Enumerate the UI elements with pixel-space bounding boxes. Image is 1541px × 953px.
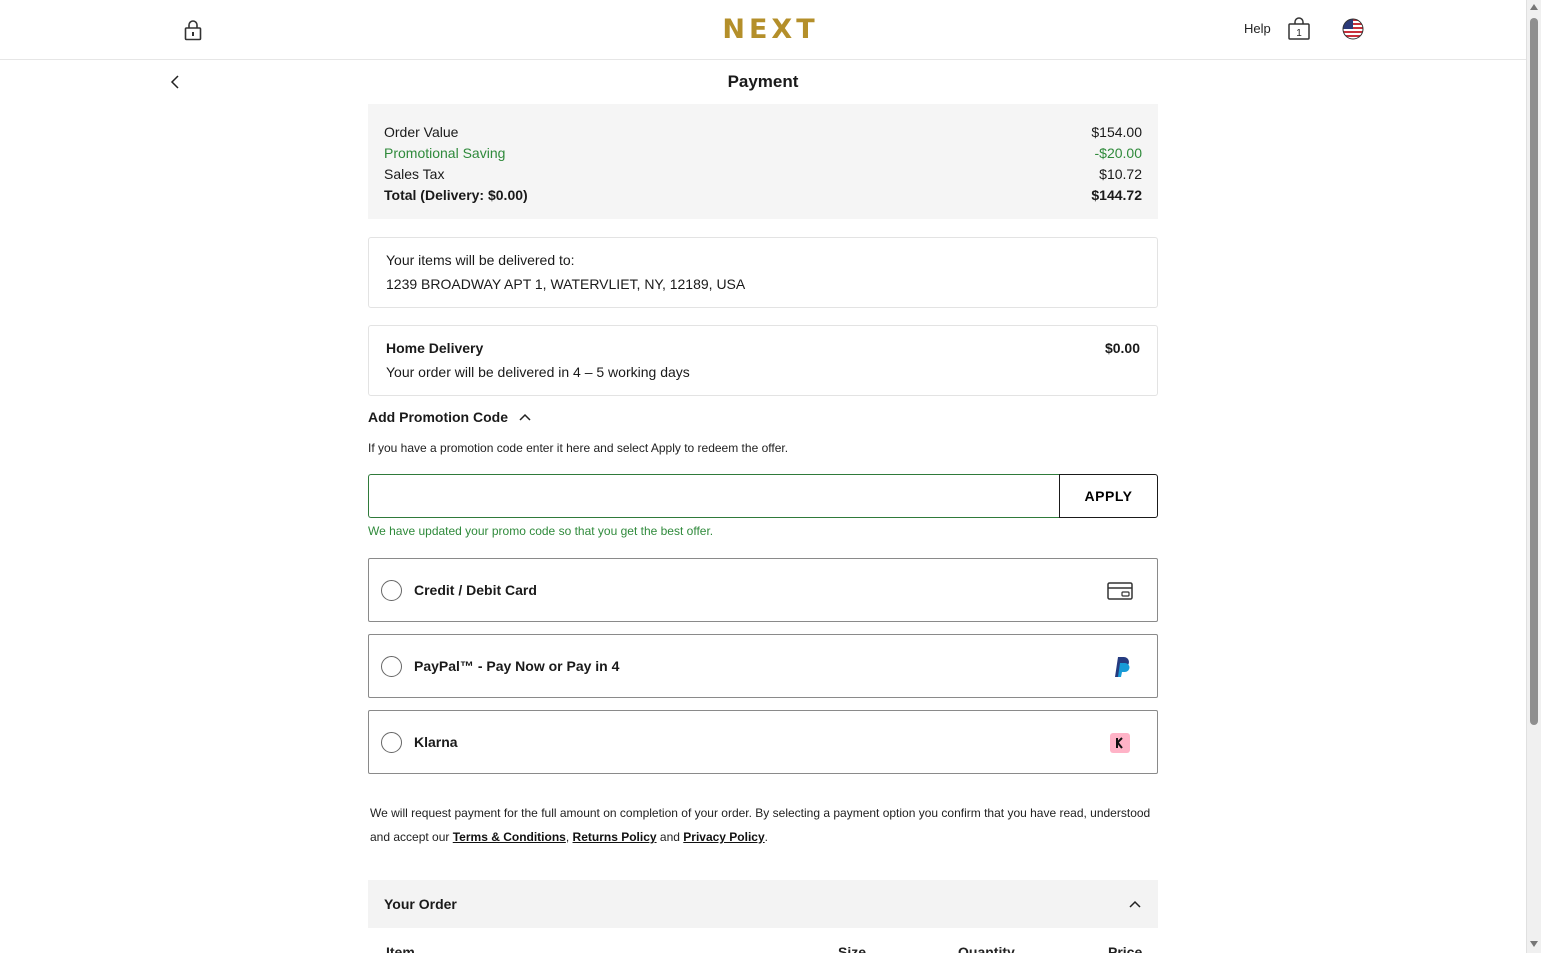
privacy-policy-link[interactable]: Privacy Policy bbox=[683, 830, 764, 844]
chevron-up-icon bbox=[1129, 900, 1141, 908]
summary-value: $10.72 bbox=[1099, 166, 1142, 182]
delivery-address-heading: Your items will be delivered to: bbox=[386, 252, 575, 268]
terms-link[interactable]: Terms & Conditions bbox=[453, 830, 566, 844]
summary-label: Promotional Saving bbox=[384, 145, 506, 161]
payment-option-card[interactable]: Credit / Debit Card bbox=[368, 558, 1158, 622]
legal-text: We will request payment for the full amo… bbox=[370, 801, 1160, 849]
legal-end: . bbox=[764, 830, 768, 844]
order-summary: Order Value $154.00 Promotional Saving -… bbox=[368, 104, 1158, 219]
delivery-method-name: Home Delivery bbox=[386, 340, 484, 356]
scroll-up-arrow-icon[interactable] bbox=[1530, 4, 1538, 10]
delivery-address: 1239 BROADWAY APT 1, WATERVLIET, NY, 121… bbox=[386, 276, 746, 292]
bag-count: 1 bbox=[1296, 28, 1302, 39]
apply-button[interactable]: APPLY bbox=[1059, 474, 1158, 518]
chevron-up-icon bbox=[519, 413, 531, 421]
delivery-address-box: Your items will be delivered to: 1239 BR… bbox=[368, 237, 1158, 308]
summary-row-promotional-saving: Promotional Saving -$20.00 bbox=[384, 143, 1142, 164]
your-order-toggle[interactable]: Your Order bbox=[368, 880, 1158, 928]
promo-help-text: If you have a promotion code enter it he… bbox=[368, 441, 789, 455]
summary-value: $154.00 bbox=[1091, 124, 1142, 140]
summary-row-order-value: Order Value $154.00 bbox=[384, 122, 1142, 143]
shopping-bag-icon[interactable]: 1 bbox=[1287, 17, 1311, 41]
column-header-price: Price bbox=[1108, 944, 1143, 953]
scroll-down-arrow-icon[interactable] bbox=[1530, 941, 1538, 947]
summary-value: $144.72 bbox=[1091, 187, 1142, 203]
help-link[interactable]: Help bbox=[1244, 21, 1271, 36]
us-flag-icon[interactable] bbox=[1342, 18, 1364, 40]
summary-row-total: Total (Delivery: $0.00) $144.72 bbox=[384, 185, 1142, 206]
summary-value: -$20.00 bbox=[1094, 145, 1142, 161]
delivery-method-note: Your order will be delivered in 4 – 5 wo… bbox=[386, 364, 690, 380]
payment-option-label: Credit / Debit Card bbox=[414, 582, 537, 598]
payment-option-label: PayPal™ - Pay Now or Pay in 4 bbox=[414, 658, 620, 674]
summary-label: Total (Delivery: $0.00) bbox=[384, 187, 528, 203]
legal-separator: , bbox=[565, 830, 573, 844]
column-header-quantity: Quantity bbox=[958, 944, 1015, 953]
payment-option-klarna[interactable]: Klarna bbox=[368, 710, 1158, 774]
paypal-icon bbox=[1115, 657, 1130, 677]
promo-toggle[interactable]: Add Promotion Code bbox=[368, 409, 532, 425]
legal-separator: and bbox=[656, 830, 684, 844]
summary-label: Order Value bbox=[384, 124, 459, 140]
returns-policy-link[interactable]: Returns Policy bbox=[573, 830, 657, 844]
column-header-item: Item bbox=[386, 944, 415, 953]
promo-success-note: We have updated your promo code so that … bbox=[368, 524, 714, 538]
delivery-method-box: Home Delivery $0.00 Your order will be d… bbox=[368, 325, 1158, 396]
page-title: Payment bbox=[727, 72, 799, 91]
credit-card-icon bbox=[1107, 582, 1133, 600]
delivery-method-price: $0.00 bbox=[1104, 340, 1140, 356]
promo-heading: Add Promotion Code bbox=[368, 409, 508, 425]
promo-code-input[interactable] bbox=[368, 474, 1060, 518]
radio-button[interactable] bbox=[381, 580, 402, 601]
scrollbar[interactable] bbox=[1526, 0, 1541, 953]
your-order-heading: Your Order bbox=[384, 896, 457, 912]
column-header-size: Size bbox=[838, 944, 867, 953]
summary-row-sales-tax: Sales Tax $10.72 bbox=[384, 164, 1142, 185]
klarna-icon bbox=[1110, 733, 1130, 753]
radio-button[interactable] bbox=[381, 732, 402, 753]
radio-button[interactable] bbox=[381, 656, 402, 677]
payment-option-label: Klarna bbox=[414, 734, 458, 750]
payment-option-paypal[interactable]: PayPal™ - Pay Now or Pay in 4 bbox=[368, 634, 1158, 698]
scrollbar-thumb[interactable] bbox=[1530, 18, 1538, 725]
summary-label: Sales Tax bbox=[384, 166, 445, 182]
site-header: NEXT Help 1 bbox=[0, 0, 1526, 60]
